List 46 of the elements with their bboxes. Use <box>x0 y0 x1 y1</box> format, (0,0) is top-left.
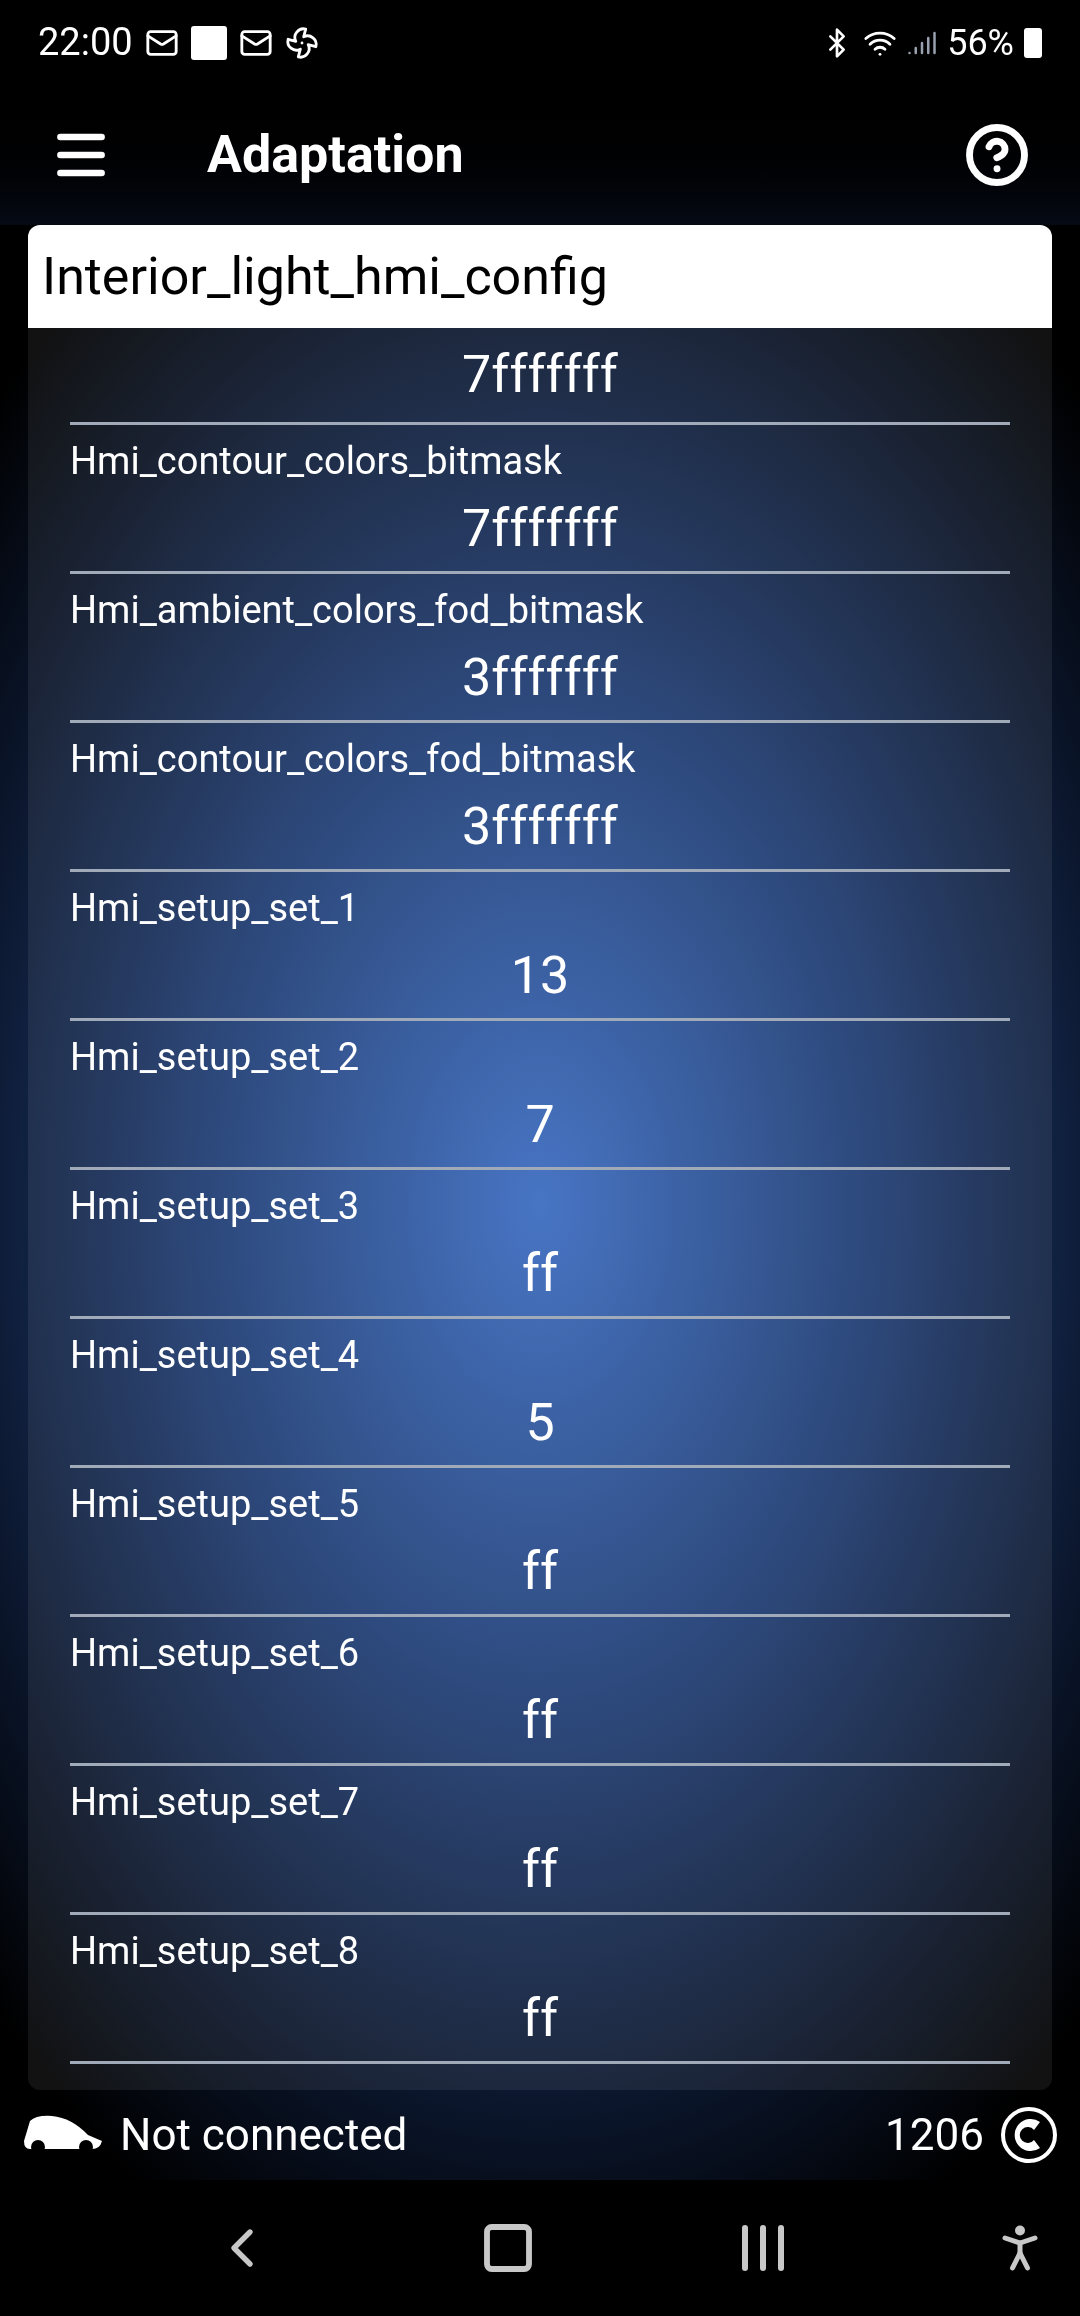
row-label: Hmi_setup_set_2 <box>70 1034 360 1081</box>
row-label: Hmi_setup_set_4 <box>70 1332 360 1379</box>
row-label: Hmi_contour_colors_bitmask <box>70 438 563 485</box>
row-value: ff <box>521 1689 559 1753</box>
row-value: ff <box>521 1242 559 1306</box>
adaptation-row[interactable]: Hmi_setup_set_6 ff <box>70 1617 1010 1766</box>
row-value: ff <box>521 1838 559 1902</box>
adaptation-row[interactable]: Hmi_setup_set_2 7 <box>70 1021 1010 1170</box>
battery-icon <box>1024 27 1042 58</box>
adaptation-row[interactable]: Hmi_ambient_colors_fod_bitmask 3fffffff <box>70 574 1010 723</box>
connection-status: Not connected <box>120 2108 408 2163</box>
adaptation-row[interactable]: Hmi_setup_set_4 5 <box>70 1319 1010 1468</box>
logo-icon <box>1000 2106 1058 2164</box>
row-value: 5 <box>525 1391 555 1455</box>
recents-button[interactable] <box>742 2225 784 2271</box>
row-value: ff <box>521 1987 559 2051</box>
adaptation-row[interactable]: Hmi_contour_colors_bitmask 7fffffff <box>70 425 1010 574</box>
row-value: 7fffffff <box>462 497 618 561</box>
fan-icon <box>284 25 319 60</box>
adaptation-row[interactable]: Hmi_setup_set_7 ff <box>70 1766 1010 1915</box>
adaptation-row[interactable]: Hmi_setup_set_1 13 <box>70 872 1010 1021</box>
row-label: Hmi_ambient_colors_fod_bitmask <box>70 587 644 634</box>
row-value: 3fffffff <box>462 646 618 710</box>
row-value: 7fffffff <box>462 343 618 407</box>
adaptation-row[interactable]: Hmi_setup_set_8 ff <box>70 1915 1010 2064</box>
channel-title: Interior_light_hmi_config <box>28 225 1052 328</box>
row-label: Hmi_setup_set_5 <box>70 1481 360 1528</box>
row-value: ff <box>521 1540 559 1604</box>
adaptation-row[interactable]: Hmi_setup_set_5 ff <box>70 1468 1010 1617</box>
status-time: 22:00 <box>38 19 133 66</box>
adaptation-row[interactable]: Hmi_setup_set_3 ff <box>70 1170 1010 1319</box>
battery-level: 56% <box>947 20 1014 66</box>
row-label: Hmi_setup_set_6 <box>70 1630 360 1677</box>
adaptation-row[interactable]: Hmi_contour_colors_fod_bitmask 3fffffff <box>70 723 1010 872</box>
row-label: Hmi_setup_set_7 <box>70 1779 360 1826</box>
row-label: Hmi_setup_set_8 <box>70 1928 360 1975</box>
row-value: 3fffffff <box>462 795 618 859</box>
row-label: Hmi_contour_colors_fod_bitmask <box>70 736 636 783</box>
row-label: Hmi_setup_set_1 <box>70 885 360 932</box>
row-label: Hmi_setup_set_3 <box>70 1183 360 1230</box>
counter: 1206 <box>885 2108 984 2163</box>
row-value: 7 <box>525 1093 555 1157</box>
screen-title: Adaptation <box>207 123 465 187</box>
row-value: 13 <box>510 944 570 1008</box>
help-icon[interactable] <box>964 122 1030 188</box>
adaptation-row[interactable]: 7fffffff <box>70 328 1010 425</box>
